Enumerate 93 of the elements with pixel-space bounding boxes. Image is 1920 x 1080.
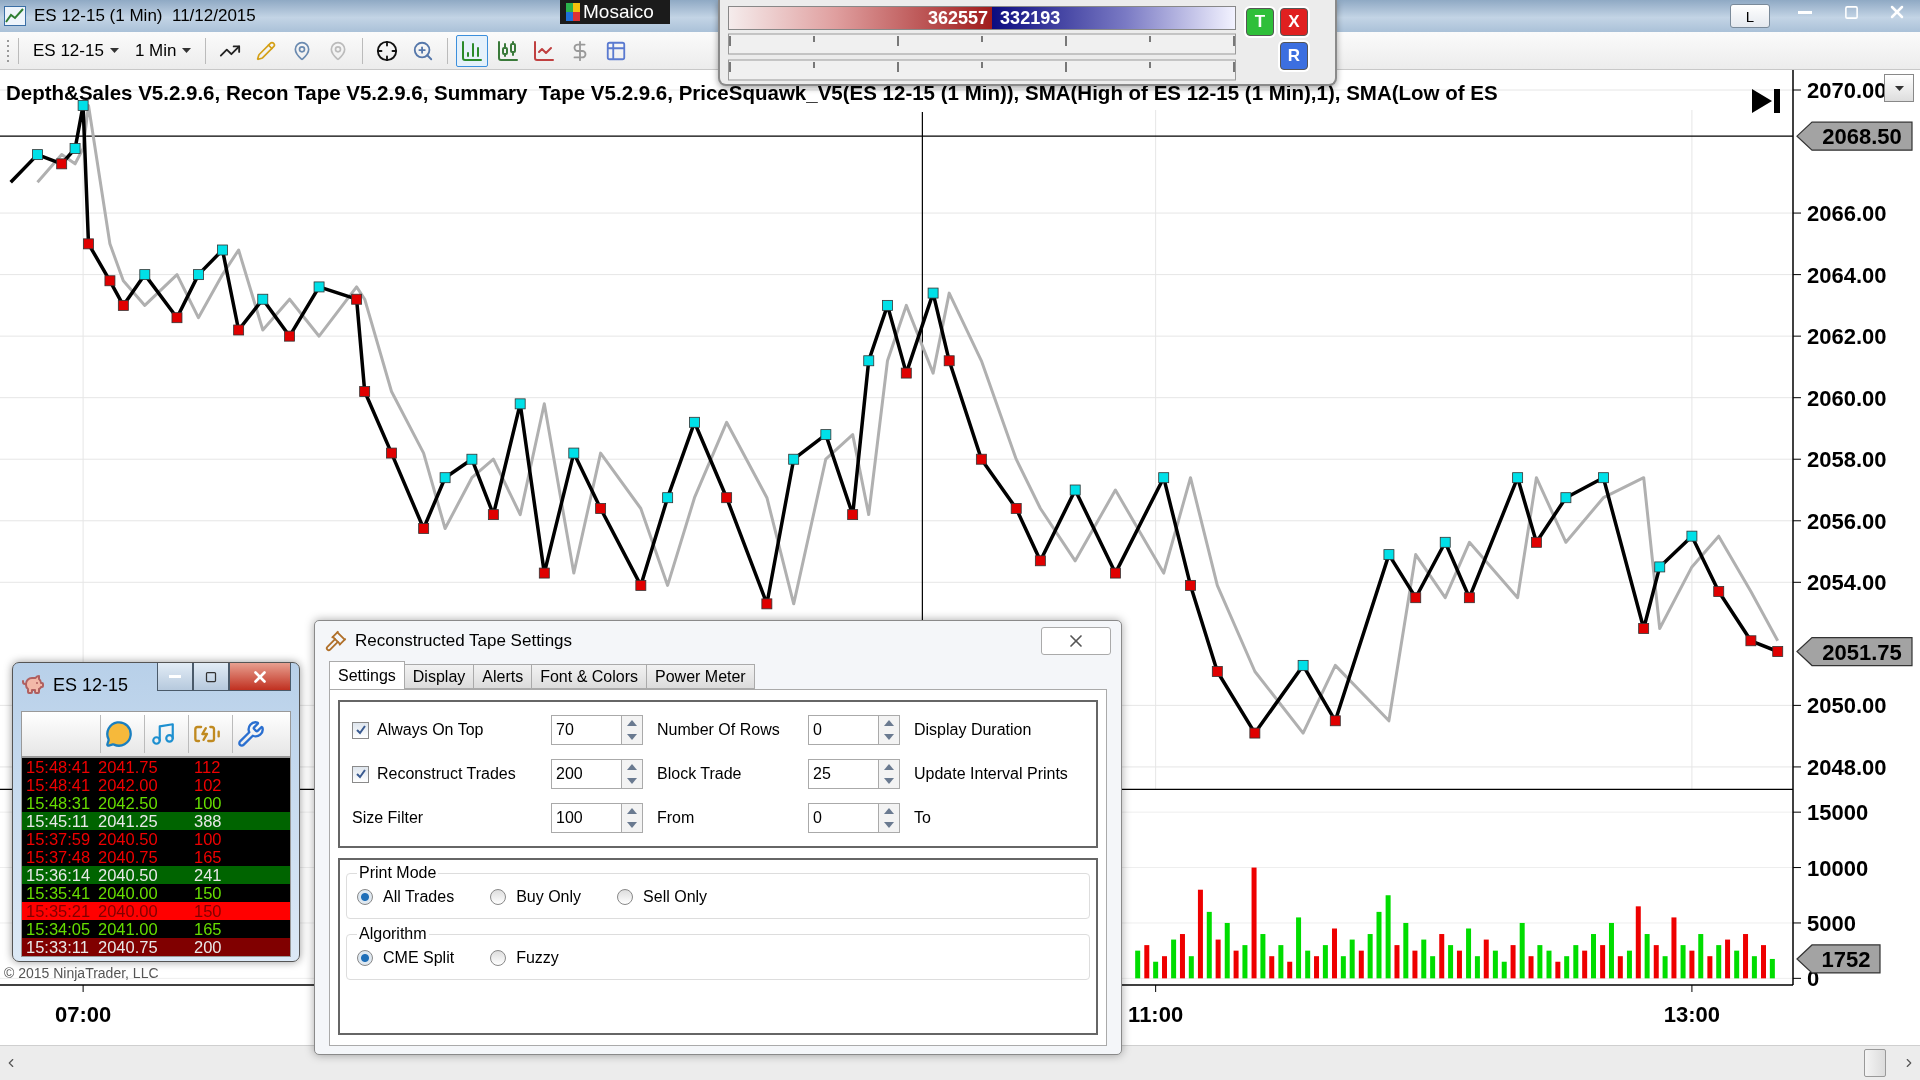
price-cell-text: 2040.75	[98, 938, 159, 956]
time-cell-text: 15:45:11	[26, 812, 90, 830]
tab[interactable]: Alerts	[473, 664, 533, 689]
price-cell-text: 2041.25	[98, 812, 159, 830]
size-cell-text: 150	[193, 884, 223, 902]
axis-label: 15000	[1807, 800, 1869, 826]
app-tab[interactable]: Mosaico	[560, 0, 670, 24]
field-label: Display Duration	[913, 721, 1033, 739]
price-cell-text: 2040.00	[98, 884, 159, 902]
tab[interactable]: Settings	[329, 661, 405, 689]
axis-label: 2050.00	[1807, 693, 1887, 719]
size-cell-text: 200	[193, 938, 223, 956]
time-label: 13:00	[1663, 1002, 1721, 1027]
price-tag: 2051.75	[1796, 636, 1913, 667]
time-cell-text: 15:48:31	[26, 794, 92, 812]
price-cell-text: 2041.75	[98, 758, 159, 776]
checkbox-label: Reconstruct Trades	[377, 765, 516, 783]
price-cell-text: 2040.50	[98, 830, 159, 848]
axis-label: 2048.00	[1807, 754, 1887, 780]
price-cell-text: 2040.75	[98, 848, 159, 866]
size-cell-text: 102	[193, 776, 223, 794]
field-label: Update Interval Prints	[913, 765, 1069, 783]
time-cell-text: 15:34:05	[26, 920, 92, 938]
axis-label: 2064.00	[1807, 262, 1887, 288]
time-cell-text: 15:48:41	[26, 758, 92, 776]
number-field[interactable]: 0	[808, 803, 878, 833]
number-field[interactable]: 25	[808, 759, 878, 789]
axis-label: 2070.00	[1807, 78, 1887, 103]
checkbox-label: Always On Top	[377, 721, 484, 739]
size-cell-text: 112	[193, 758, 222, 776]
instrument-dropdown[interactable]: ES 12-15	[27, 38, 125, 63]
size-cell-text: 100	[193, 830, 223, 848]
radio-label: CME Split	[383, 949, 455, 967]
meter-button[interactable]: R	[1280, 42, 1308, 70]
price-cell-text: 2040.50	[98, 866, 159, 884]
time-cell-text: 15:35:41	[26, 884, 92, 902]
buy-volume: 332193	[1000, 7, 1061, 29]
price-cell-text: 2042.50	[98, 794, 159, 812]
interval-dropdown[interactable]: 1 Min	[128, 38, 198, 63]
size-cell-text: 100	[193, 794, 223, 812]
size-cell-text: 241	[193, 866, 223, 884]
app-name: Mosaico	[583, 1, 654, 23]
time-cell-text: 15:33:11	[26, 938, 90, 956]
axis-label: 2066.00	[1807, 201, 1887, 227]
number-field[interactable]: 0	[808, 715, 878, 745]
axis-label: 5000	[1807, 910, 1856, 936]
field-label: To	[913, 809, 932, 827]
price-cell-text: 2040.00	[98, 902, 159, 920]
group-title: Algorithm	[358, 925, 428, 943]
dialog-title: Reconstructed Tape Settings	[355, 631, 573, 651]
price-cell-text: 2041.00	[98, 920, 159, 938]
number-field[interactable]: 100	[551, 803, 621, 833]
axis-label: 10000	[1807, 855, 1869, 881]
field-label: Number Of Rows	[656, 721, 781, 739]
number-field[interactable]: 70	[551, 715, 621, 745]
axis-label: 2058.00	[1807, 447, 1887, 473]
price-tag: 2068.50	[1796, 121, 1913, 151]
meter-button[interactable]: X	[1280, 8, 1308, 36]
window-title: ES 12-15 (1 Min) 11/12/2015	[34, 6, 256, 26]
time-cell-text: 15:37:59	[26, 830, 92, 848]
field-label: Size Filter	[352, 809, 425, 827]
radio-label: Buy Only	[516, 888, 582, 906]
layout-button[interactable]: L	[1730, 4, 1770, 28]
indicator-list: Depth&Sales V5.2.9.6, Recon Tape V5.2.9.6, Summary Tape V5.2.9.6, PriceSquawk_V5(ES 12-15 (1 Min)), SMA(High of ES 12-15 (1 Min),1), SMA(Low of ES	[6, 81, 1498, 105]
number-field[interactable]: 200	[551, 759, 621, 789]
size-cell-text: 165	[193, 848, 223, 866]
time-cell-text: 15:35:21	[26, 902, 92, 920]
size-cell-text: 165	[193, 920, 223, 938]
time-cell-text: 15:36:14	[26, 866, 92, 884]
size-cell-text: 150	[193, 902, 223, 920]
field-label: Block Trade	[656, 765, 743, 783]
radio-label: All Trades	[383, 888, 455, 906]
size-cell-text: 388	[193, 812, 223, 830]
tab[interactable]: Display	[403, 664, 475, 689]
time-cell-text: 15:48:41	[26, 776, 92, 794]
group-title: Print Mode	[358, 864, 438, 882]
window-title: ES 12-15	[53, 674, 129, 696]
axis-label: 2062.00	[1807, 324, 1887, 350]
axis-label: 2056.00	[1807, 508, 1887, 534]
axis-label: 2054.00	[1807, 570, 1887, 596]
radio-label: Sell Only	[643, 888, 708, 906]
time-label: 11:00	[1128, 1002, 1184, 1027]
radio-label: Fuzzy	[516, 949, 559, 967]
field-label: From	[656, 809, 696, 827]
time-cell-text: 15:37:48	[26, 848, 92, 866]
sell-volume: 362557	[928, 7, 989, 29]
copyright-text: © 2015 NinjaTrader, LLC	[4, 965, 159, 981]
tab[interactable]: Font & Colors	[531, 664, 647, 689]
time-label: 07:00	[55, 1002, 112, 1027]
tab[interactable]: Power Meter	[646, 664, 755, 689]
axis-label: 2060.00	[1807, 385, 1887, 411]
ref-line-label: 2068.50	[1822, 124, 1902, 150]
price-cell-text: 2042.00	[98, 776, 159, 794]
